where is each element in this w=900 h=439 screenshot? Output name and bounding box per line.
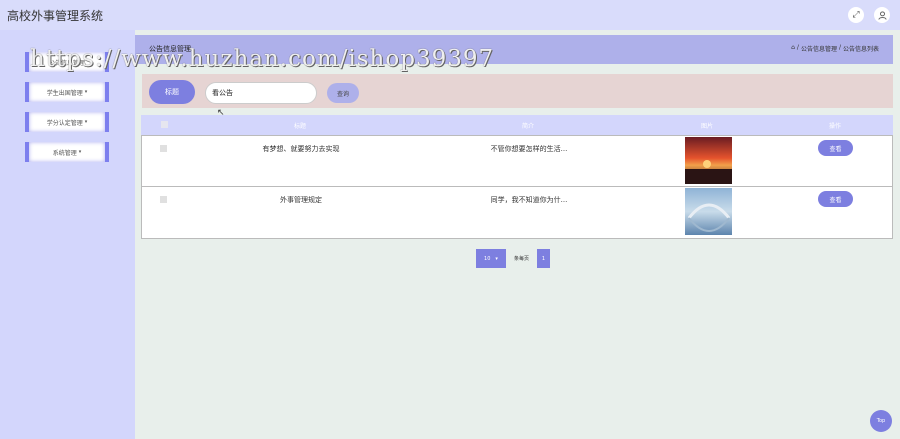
sidebar-item-label: 学分认定管理 [46,119,83,127]
chevron-down-icon: ▾ [495,255,498,262]
page-size-select[interactable]: 10 ▾ [476,249,506,268]
breadcrumb-item[interactable]: 公告信息管理 [801,44,837,53]
fullscreen-icon[interactable]: ⤢ [848,7,864,23]
breadcrumb-item: 公告信息列表 [842,46,879,53]
sidebar: 公告信息管理 学生出国管理 ▾ 学分认定管理 ▾ 系统管理 ▾ [0,30,135,439]
sidebar-item-label: 公告信息管理 [48,59,85,67]
page-size-label: 条每页 [514,256,530,262]
column-header-action: 操作 [828,123,842,130]
chevron-down-icon: ▾ [78,149,82,155]
sidebar-item-system[interactable]: 系统管理 ▾ [25,142,109,162]
breadcrumb-separator: / [838,44,841,51]
search-label: 标题 [149,80,195,104]
search-input[interactable] [205,82,317,104]
back-to-top-button[interactable]: Top [870,410,892,432]
table-row: 有梦想、就要努力去实现 不管你想要怎样的生活... 查看 [141,135,893,187]
sidebar-item-study-abroad[interactable]: 学生出国管理 ▾ [25,82,109,102]
row-image-bridge [685,188,732,235]
row-title: 外事管理规定 [280,196,322,204]
main-content: 公告信息管理 ⌂ / 公告信息管理 / 公告信息列表 标题 查询 标题 简介 图… [135,30,900,439]
table-row: 外事管理规定 同学，我不知道你为什... 查看 [141,187,893,239]
row-checkbox[interactable] [160,196,167,203]
page-number-current[interactable]: 1 [537,249,551,268]
user-icon-glyph [877,10,887,20]
search-button[interactable]: 查询 [327,83,359,103]
sidebar-item-label: 系统管理 [52,149,77,157]
sidebar-item-label: 学生出国管理 [46,89,83,97]
sidebar-item-notice[interactable]: 公告信息管理 [25,52,109,72]
chevron-down-icon: ▾ [84,89,88,95]
page-title: 公告信息管理 [149,45,191,53]
column-header-title[interactable]: 标题 [294,121,306,130]
row-intro: 不管你想要怎样的生活... [490,145,568,153]
pagination: 10 ▾ 条每页 1 [476,249,551,268]
row-image-sunset [685,137,732,184]
search-bar: 标题 查询 [142,74,893,108]
table-header: 标题 简介 图片 操作 [141,115,893,135]
column-header-image: 图片 [700,123,714,130]
row-intro: 同学，我不知道你为什... [490,196,568,204]
home-icon[interactable]: ⌂ [791,44,795,53]
top-bar: 高校外事管理系统 ⤢ [0,0,900,30]
select-all-checkbox[interactable] [161,121,168,128]
user-icon[interactable] [874,7,890,23]
row-title: 有梦想、就要努力去实现 [262,145,340,153]
column-header-intro: 简介 [521,123,535,130]
mouse-cursor-icon: ↖ [217,108,225,118]
sidebar-item-credit[interactable]: 学分认定管理 ▾ [25,112,109,132]
notice-table: 标题 简介 图片 操作 有梦想、就要努力去实现 不管你想要怎样的生活... 查看… [141,115,893,239]
page-size-value: 10 [484,255,491,262]
breadcrumb: ⌂ / 公告信息管理 / 公告信息列表 [791,44,879,53]
view-button[interactable]: 查看 [818,140,853,156]
chevron-down-icon: ▾ [84,119,88,125]
breadcrumb-separator: / [796,44,799,51]
app-title: 高校外事管理系统 [7,9,104,23]
row-checkbox[interactable] [160,145,167,152]
page-header: 公告信息管理 ⌂ / 公告信息管理 / 公告信息列表 [135,35,893,64]
view-button[interactable]: 查看 [818,191,853,207]
